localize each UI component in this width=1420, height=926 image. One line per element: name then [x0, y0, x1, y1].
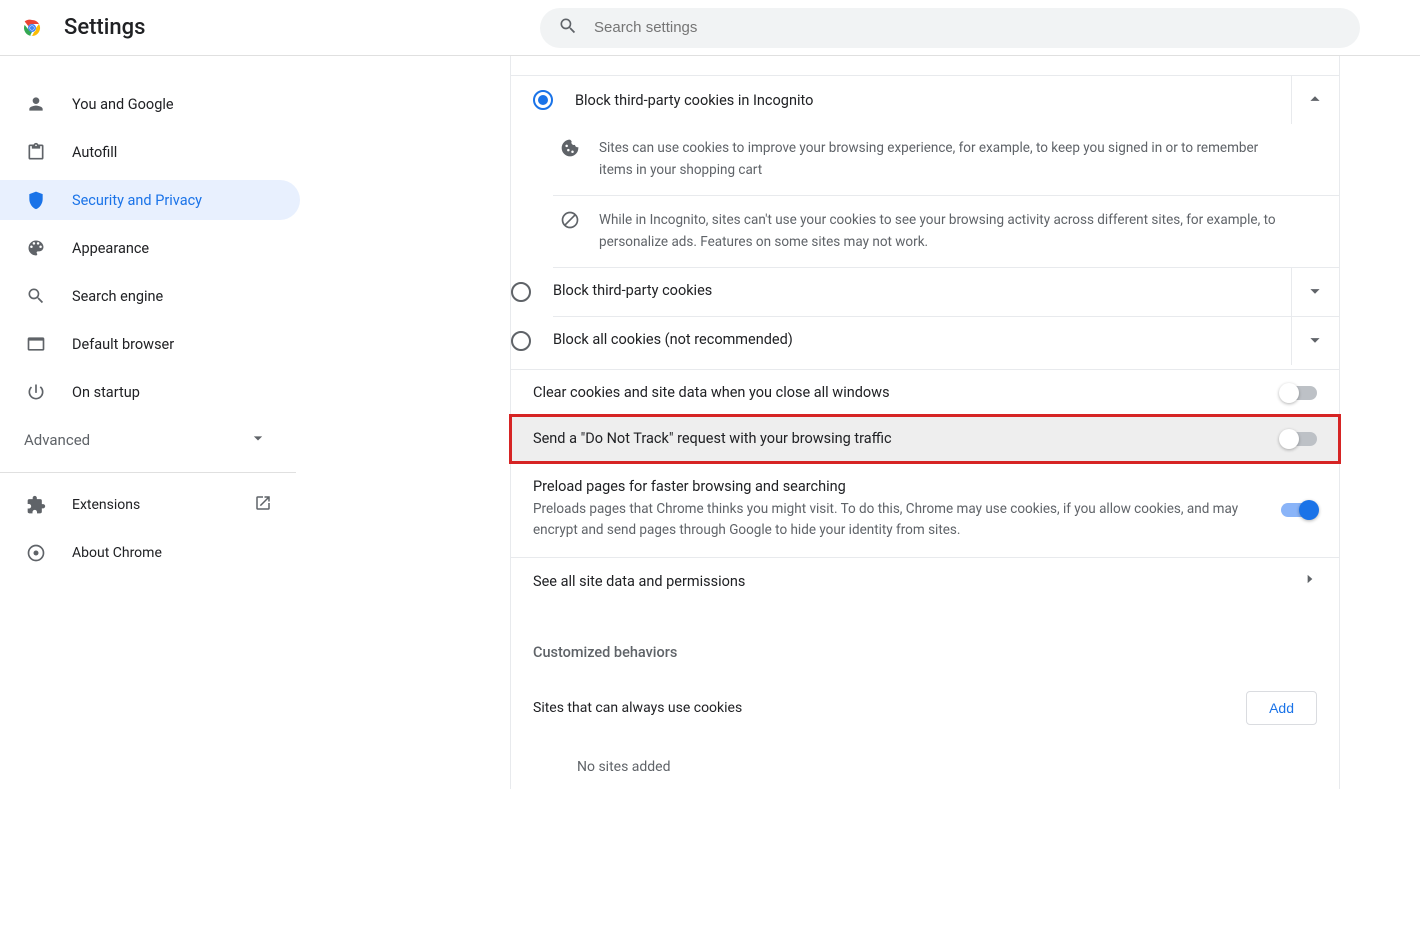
sidebar-advanced-toggle[interactable]: Advanced	[0, 420, 296, 460]
advanced-label: Advanced	[24, 431, 90, 449]
search-settings-field[interactable]	[540, 8, 1360, 48]
sidebar-item-on-startup[interactable]: On startup	[0, 372, 300, 412]
panel-top-edge	[511, 56, 1339, 76]
clipboard-icon	[24, 140, 48, 164]
sidebar-item-label: You and Google	[72, 96, 174, 113]
block-icon	[553, 210, 587, 230]
settings-panel: Block third-party cookies in Incognito S…	[510, 56, 1340, 789]
search-icon	[558, 16, 594, 40]
row-do-not-track[interactable]: Send a "Do Not Track" request with your …	[511, 416, 1339, 462]
link-label: See all site data and permissions	[533, 573, 1303, 590]
chrome-outline-icon	[24, 541, 48, 565]
radio-block-all[interactable]	[511, 331, 531, 351]
chrome-logo-icon	[20, 16, 44, 40]
option-label: Block third-party cookies	[553, 282, 1281, 299]
palette-icon	[24, 236, 48, 260]
chevron-down-icon	[1304, 280, 1328, 304]
cookie-icon	[553, 138, 587, 158]
subsection-label: Sites that can always use cookies	[533, 700, 742, 716]
row-sites-always-use-cookies: Sites that can always use cookies Add	[511, 671, 1339, 745]
chevron-up-icon	[1304, 88, 1328, 112]
sidebar-item-default-browser[interactable]: Default browser	[0, 324, 300, 364]
add-button[interactable]: Add	[1246, 691, 1317, 725]
extension-icon	[24, 493, 48, 517]
sidebar-item-label: Appearance	[72, 240, 149, 257]
chevron-right-icon	[1303, 572, 1317, 590]
sidebar-item-label: Autofill	[72, 144, 117, 161]
option-description: While in Incognito, sites can't use your…	[599, 210, 1317, 253]
sidebar-item-extensions[interactable]: Extensions	[0, 485, 296, 525]
row-clear-on-close[interactable]: Clear cookies and site data when you clo…	[511, 370, 1339, 416]
toggle-preload[interactable]	[1281, 503, 1317, 517]
search-input[interactable]	[594, 19, 1342, 36]
page-title: Settings	[64, 15, 145, 40]
sidebar: You and Google Autofill Security and Pri…	[0, 56, 300, 789]
sidebar-item-autofill[interactable]: Autofill	[0, 132, 300, 172]
sidebar-item-search-engine[interactable]: Search engine	[0, 276, 300, 316]
toggle-label: Clear cookies and site data when you clo…	[533, 384, 1265, 401]
sidebar-item-label: Extensions	[72, 497, 140, 513]
collapse-button[interactable]	[1291, 76, 1339, 124]
open-external-icon	[254, 494, 272, 516]
radio-block-third-party[interactable]	[511, 282, 531, 302]
preload-description: Preloads pages that Chrome thinks you mi…	[533, 499, 1245, 541]
option-label: Block third-party cookies in Incognito	[575, 92, 1281, 109]
toggle-label: Send a "Do Not Track" request with your …	[533, 430, 1265, 447]
app-header: Settings	[0, 0, 1420, 56]
customized-behaviors-heading: Customized behaviors	[511, 604, 1339, 671]
sidebar-item-security-privacy[interactable]: Security and Privacy	[0, 180, 300, 220]
chevron-down-icon	[1304, 329, 1328, 353]
sidebar-item-label: Security and Privacy	[72, 192, 202, 209]
shield-icon	[24, 188, 48, 212]
radio-block-third-party-incognito[interactable]	[533, 90, 553, 110]
window-icon	[24, 332, 48, 356]
power-icon	[24, 380, 48, 404]
chevron-down-icon	[248, 428, 272, 452]
sidebar-item-label: Search engine	[72, 288, 163, 305]
divider	[0, 472, 296, 473]
sidebar-item-appearance[interactable]: Appearance	[0, 228, 300, 268]
toggle-clear-on-close[interactable]	[1281, 386, 1317, 400]
option-description: Sites can use cookies to improve your br…	[599, 138, 1317, 181]
no-sites-message: No sites added	[511, 745, 1339, 789]
toggle-do-not-track[interactable]	[1281, 432, 1317, 446]
row-see-all-site-data[interactable]: See all site data and permissions	[511, 558, 1339, 604]
sidebar-item-you-and-google[interactable]: You and Google	[0, 84, 300, 124]
expand-button[interactable]	[1291, 317, 1339, 365]
sidebar-item-label: On startup	[72, 384, 140, 401]
option-label: Block all cookies (not recommended)	[553, 331, 1281, 348]
person-icon	[24, 92, 48, 116]
search-icon	[24, 284, 48, 308]
preload-title: Preload pages for faster browsing and se…	[533, 478, 1245, 495]
sidebar-item-label: Default browser	[72, 336, 174, 353]
row-preload-pages[interactable]: Preload pages for faster browsing and se…	[511, 462, 1339, 558]
sidebar-item-about-chrome[interactable]: About Chrome	[0, 533, 296, 573]
expand-button[interactable]	[1291, 268, 1339, 316]
sidebar-item-label: About Chrome	[72, 545, 162, 561]
